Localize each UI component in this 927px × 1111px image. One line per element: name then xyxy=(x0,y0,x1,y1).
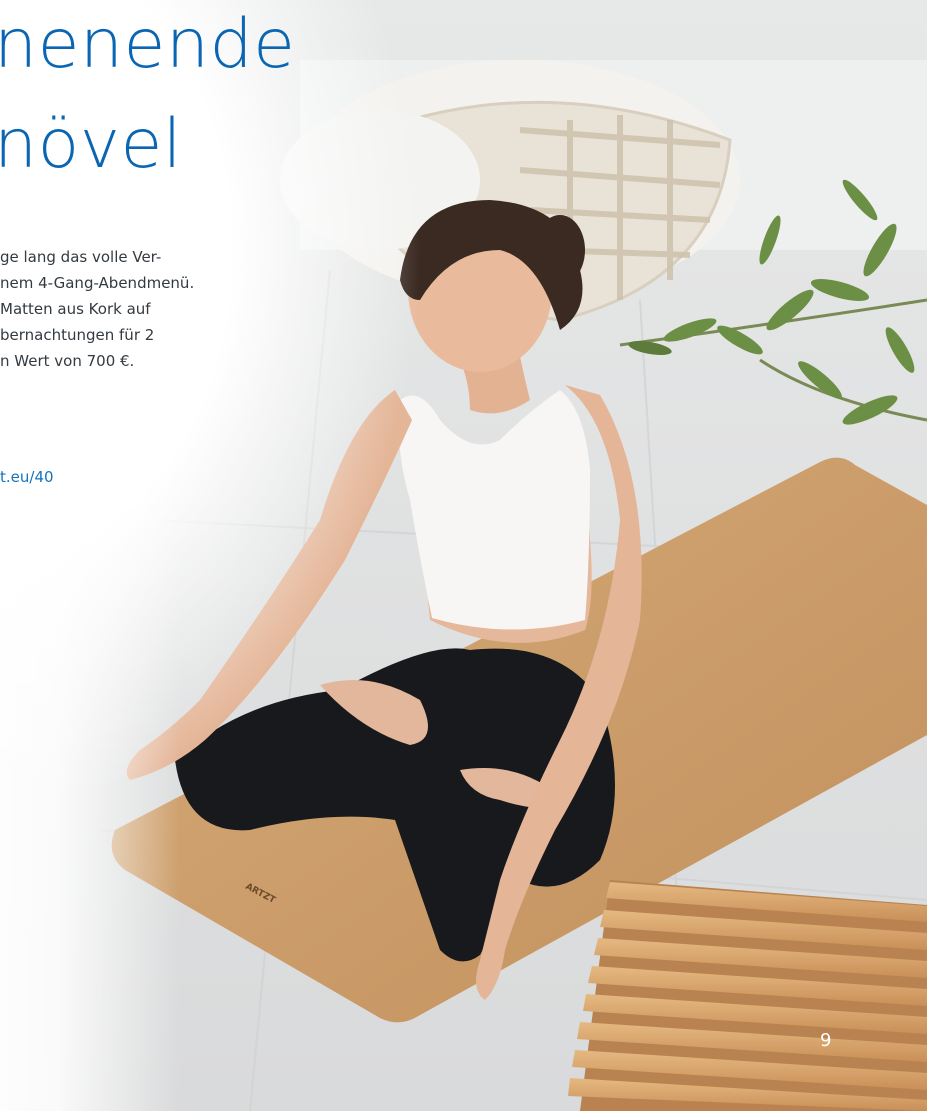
body-line: nem 4-Gang-Abendmenü. xyxy=(0,274,195,292)
body-line: bernachtungen für 2 xyxy=(0,326,155,344)
magazine-page: ARTZT nenende növel ge lang das volle Ve… xyxy=(0,0,927,1111)
page-number: 9 xyxy=(820,1030,832,1051)
body-line: ge lang das volle Ver- xyxy=(0,248,162,266)
body-line: n Wert von 700 €. xyxy=(0,352,135,370)
body-line: Matten aus Kork auf xyxy=(0,300,151,318)
headline-line-1: nenende xyxy=(0,5,296,84)
web-link[interactable]: t.eu/40 xyxy=(0,468,54,486)
headline-line-2: növel xyxy=(0,105,183,184)
body-paragraph: ge lang das volle Ver- nem 4-Gang-Abendm… xyxy=(0,244,250,374)
wooden-bench xyxy=(568,880,927,1111)
